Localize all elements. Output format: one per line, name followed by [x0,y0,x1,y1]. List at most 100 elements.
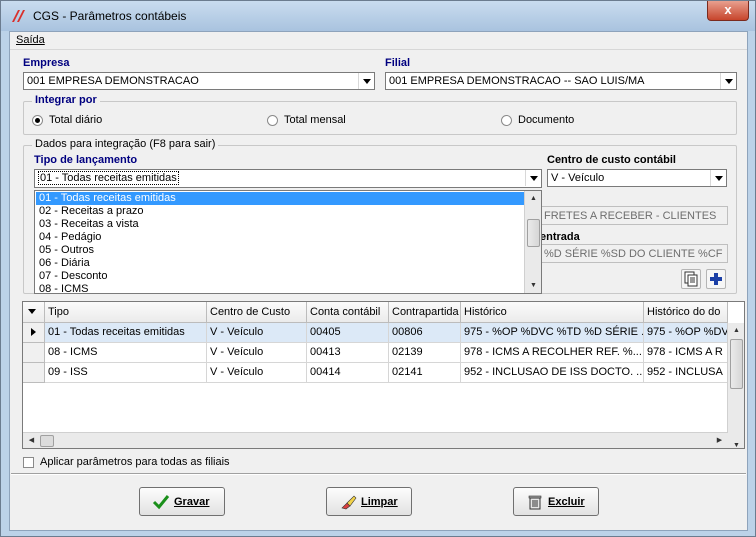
column-header-centro-custo[interactable]: Centro de Custo [207,302,307,323]
entrada-label: entrada [540,231,580,243]
conta-descricao-value: FRETES A RECEBER - CLIENTES [544,210,717,222]
row-indicator [23,343,45,363]
tipo-lancamento-select[interactable]: 01 - Todas receitas emitidas [34,169,542,188]
aplicar-todas-filiais-checkbox[interactable] [23,457,34,468]
empresa-select[interactable]: 001 EMPRESA DEMONSTRACAO [23,72,375,90]
cell[interactable]: V - Veículo [207,363,307,383]
radio-total-mensal[interactable] [267,115,278,126]
scroll-left-icon[interactable]: ◀ [24,433,39,448]
scroll-down-icon[interactable]: ▼ [526,278,541,293]
add-button[interactable] [706,269,726,289]
row-pointer-icon [31,328,36,336]
app-logo-icon [12,10,25,22]
radio-total-mensal-label[interactable]: Total mensal [284,114,346,126]
centro-custo-label: Centro de custo contábil [547,154,676,166]
integrar-group: Integrar por Total diário Total mensal D… [23,94,737,135]
list-item[interactable]: 02 - Receitas a prazo [36,205,526,218]
list-item[interactable]: 01 - Todas receitas emitidas [36,192,526,205]
cell[interactable]: 978 - ICMS A R [644,343,728,363]
tipo-lancamento-value: 01 - Todas receitas emitidas [38,171,179,185]
list-item[interactable]: 06 - Diária [36,257,526,270]
tipo-lancamento-dropdown-list[interactable]: 01 - Todas receitas emitidas 02 - Receit… [34,190,542,296]
cell[interactable]: 02141 [389,363,461,383]
chevron-down-icon[interactable] [358,73,374,89]
close-button[interactable]: x [707,1,749,21]
chevron-down-icon [28,309,36,314]
menu-saida[interactable]: Saída [16,34,45,46]
cell[interactable]: 02139 [389,343,461,363]
copy-button[interactable] [681,269,701,289]
scroll-thumb[interactable] [40,435,54,447]
copy-icon [684,271,698,287]
eraser-icon [341,495,357,510]
cell[interactable]: 00414 [307,363,389,383]
list-item[interactable]: 07 - Desconto [36,270,526,283]
list-item[interactable]: 03 - Receitas a vista [36,218,526,231]
column-header-historico-doc[interactable]: Histórico do do [644,302,728,323]
scroll-up-icon[interactable]: ▲ [729,323,744,338]
grid-horizontal-scrollbar[interactable]: ◀ ▶ [23,432,728,448]
gravar-button[interactable]: Gravar [139,487,225,516]
list-item[interactable]: 05 - Outros [36,244,526,257]
radio-total-diario[interactable] [32,115,43,126]
historico-descricao-value: %D SÉRIE %SD DO CLIENTE %CF [544,248,723,260]
cell[interactable]: 01 - Todas receitas emitidas [45,323,207,343]
radio-documento[interactable] [501,115,512,126]
column-header-conta-contabil[interactable]: Conta contábil [307,302,389,323]
cell[interactable]: 00405 [307,323,389,343]
integrar-title: Integrar por [32,94,100,106]
cell[interactable]: 09 - ISS [45,363,207,383]
cell[interactable]: 08 - ICMS [45,343,207,363]
empresa-value: 001 EMPRESA DEMONSTRACAO [27,75,199,87]
chevron-down-icon[interactable] [710,170,726,186]
cell[interactable]: V - Veículo [207,343,307,363]
filial-select[interactable]: 001 EMPRESA DEMONSTRACAO -- SAO LUIS/MA [385,72,737,90]
parametros-grid[interactable]: Tipo Centro de Custo Conta contábil Cont… [22,301,745,449]
limpar-button[interactable]: Limpar [326,487,412,516]
cell[interactable]: 00806 [389,323,461,343]
cell[interactable]: 975 - %OP %DV [644,323,728,343]
cell[interactable]: 952 - INCLUSAO DE ISS DOCTO. ... [461,363,644,383]
client-area: Saída Empresa 001 EMPRESA DEMONSTRACAO F… [9,31,748,531]
chevron-down-icon[interactable] [525,170,541,186]
dados-title: Dados para integração (F8 para sair) [32,138,219,150]
column-header-contrapartida[interactable]: Contrapartida [389,302,461,323]
grid-header-indicator[interactable] [23,302,45,323]
radio-documento-label[interactable]: Documento [518,114,574,126]
row-indicator [23,323,45,343]
cell[interactable]: 975 - %OP %DVC %TD %D SÉRIE ... [461,323,644,343]
scroll-thumb[interactable] [527,219,540,247]
scroll-down-icon[interactable]: ▼ [729,438,744,448]
app-window: CGS - Parâmetros contábeis x Saída Empre… [0,0,756,537]
scroll-thumb[interactable] [730,339,743,389]
trash-icon [528,495,542,510]
title-bar[interactable]: CGS - Parâmetros contábeis x [1,1,755,31]
checkmark-icon [152,495,170,510]
conta-descricao-field: FRETES A RECEBER - CLIENTES [540,206,728,225]
centro-custo-select[interactable]: V - Veículo [547,169,727,187]
gravar-label: Gravar [174,496,210,508]
filial-label: Filial [385,57,411,69]
grid-vertical-scrollbar[interactable]: ▲ ▼ [727,323,744,448]
list-item[interactable]: 04 - Pedágio [36,231,526,244]
empresa-label: Empresa [23,57,70,69]
list-item[interactable]: 08 - ICMS [36,283,526,296]
column-header-historico[interactable]: Histórico [461,302,644,323]
radio-total-diario-label[interactable]: Total diário [49,114,102,126]
scroll-up-icon[interactable]: ▲ [526,191,541,206]
centro-custo-value: V - Veículo [551,172,605,184]
cell[interactable]: V - Veículo [207,323,307,343]
excluir-label: Excluir [548,496,585,508]
aplicar-todas-filiais-label[interactable]: Aplicar parâmetros para todas as filiais [40,456,230,468]
cell[interactable]: 00413 [307,343,389,363]
cell[interactable]: 978 - ICMS A RECOLHER REF. %... [461,343,644,363]
filial-value: 001 EMPRESA DEMONSTRACAO -- SAO LUIS/MA [389,75,645,87]
column-header-tipo[interactable]: Tipo [45,302,207,323]
scroll-right-icon[interactable]: ▶ [712,433,727,448]
cell[interactable]: 952 - INCLUSA [644,363,728,383]
plus-icon [710,273,722,285]
list-scrollbar[interactable]: ▲ ▼ [524,191,541,293]
chevron-down-icon[interactable] [720,73,736,89]
row-indicator [23,363,45,383]
excluir-button[interactable]: Excluir [513,487,599,516]
